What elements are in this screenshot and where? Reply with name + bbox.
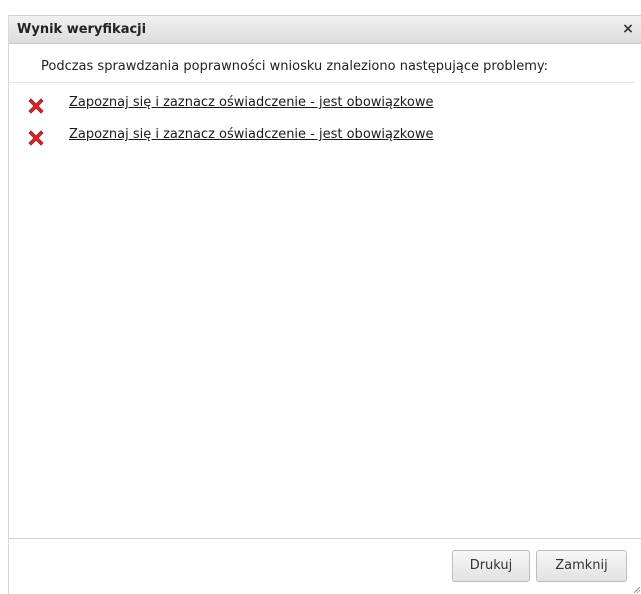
close-button[interactable]: Zamknij	[536, 550, 627, 582]
divider	[9, 82, 634, 83]
close-icon[interactable]: ×	[620, 20, 636, 38]
dialog-title: Wynik weryfikacji	[17, 22, 147, 37]
error-x-icon	[28, 130, 44, 146]
print-button[interactable]: Drukuj	[452, 550, 530, 582]
footer-divider	[9, 538, 641, 539]
problem-link[interactable]: Zapoznaj się i zaznacz oświadczenie - je…	[69, 127, 433, 142]
verification-dialog: Wynik weryfikacji × Podczas sprawdzania …	[8, 15, 641, 594]
resize-grip-icon[interactable]	[634, 587, 640, 593]
error-x-icon	[28, 98, 44, 114]
dialog-titlebar[interactable]: Wynik weryfikacji ×	[9, 15, 641, 44]
problem-link[interactable]: Zapoznaj się i zaznacz oświadczenie - je…	[69, 95, 433, 110]
intro-text: Podczas sprawdzania poprawności wniosku …	[41, 59, 549, 74]
